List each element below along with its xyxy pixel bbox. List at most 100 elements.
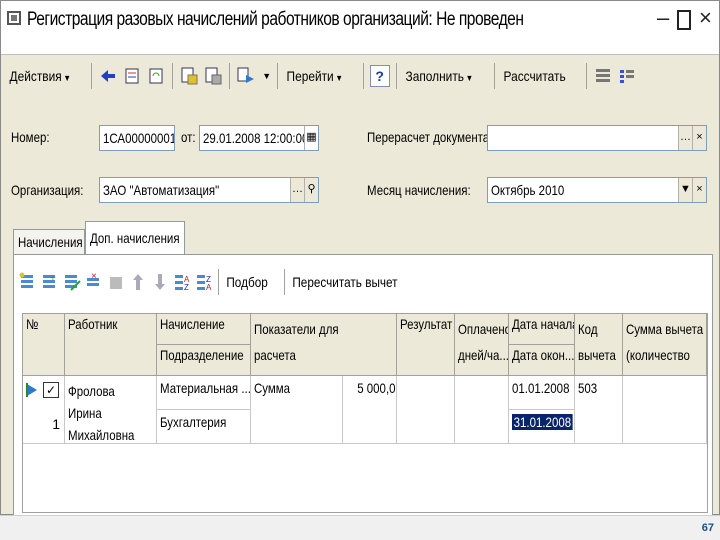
organization-field[interactable]: ЗАО "Автоматизация" … ⚲ (99, 177, 319, 203)
edit-row-icon[interactable] (62, 270, 82, 294)
date-field[interactable]: 29.01.2008 12:00:00 ▦ (199, 125, 319, 151)
employee-patronymic: Михайловна (68, 427, 135, 443)
svg-text:×: × (91, 272, 97, 282)
column-header-num[interactable]: № (23, 314, 65, 376)
indicator-name-cell[interactable]: Сумма (251, 376, 343, 444)
post-document-icon[interactable] (179, 65, 199, 87)
column-header-result-label: Результат (400, 316, 453, 332)
column-header-deduction[interactable]: Сумма вычета (количество (623, 314, 707, 376)
month-value: Октябрь 2010 (491, 182, 565, 198)
current-row-arrow-icon (25, 382, 39, 401)
column-header-indicators[interactable]: Показатели для расчета начисления (251, 314, 397, 376)
minimize-button[interactable]: – (657, 7, 669, 29)
chevron-down-icon[interactable]: ▼ (678, 178, 692, 202)
copy-row-icon[interactable]: + (40, 270, 60, 294)
move-up-icon[interactable] (128, 270, 148, 294)
code-value: 503 (578, 380, 598, 396)
chevron-down-icon: ▼ (465, 73, 473, 83)
tab-panel: + × AZ ZA Подбор Пересчитать вычет № Раб… (13, 254, 713, 516)
unpost-document-icon[interactable] (203, 65, 223, 87)
actions-menu[interactable]: Действия ▼ (7, 68, 74, 84)
move-down-icon[interactable] (150, 270, 170, 294)
column-header-paid-label-2: дней/ча... (458, 347, 509, 363)
indicator-value-cell[interactable]: 5 000,000 (343, 376, 397, 444)
document-icon (7, 11, 21, 25)
grid-toolbar: + × AZ ZA Подбор Пересчитать вычет (18, 265, 423, 299)
employee-cell[interactable]: Фролова Ирина Михайловна (65, 376, 157, 444)
refresh-icon[interactable] (146, 65, 166, 87)
column-header-code[interactable]: Код вычета (575, 314, 623, 376)
deduction-cell[interactable] (623, 376, 707, 444)
recalc-field[interactable]: … × (487, 125, 707, 151)
column-header-employee[interactable]: Работник (65, 314, 157, 376)
column-header-result[interactable]: Результат (397, 314, 455, 376)
division-cell[interactable]: Бухгалтерия (157, 410, 251, 444)
goto-menu[interactable]: Перейти ▼ (284, 68, 346, 84)
column-header-deduction-label: Сумма вычета (626, 321, 704, 337)
toolbar-separator (91, 63, 93, 89)
tab-accruals[interactable]: Начисления (13, 229, 85, 255)
list-icon[interactable] (593, 65, 613, 87)
month-field[interactable]: Октябрь 2010 ▼ × (487, 177, 707, 203)
clear-icon[interactable]: × (692, 178, 706, 202)
end-edit-icon[interactable] (106, 270, 126, 294)
close-button[interactable]: × (699, 7, 712, 29)
help-button[interactable]: ? (369, 65, 390, 87)
column-header-indicators-label: Показатели для расчета (254, 321, 339, 363)
row-checkbox[interactable]: ✓ (43, 382, 59, 398)
clear-icon[interactable]: × (692, 126, 706, 150)
paid-cell[interactable] (455, 376, 509, 444)
column-header-indicators-label-2: начисления (254, 368, 317, 375)
column-header-num-label: № (26, 316, 39, 332)
select-ellipsis-button[interactable]: … (290, 178, 304, 202)
column-header-deduction-label-2: (количество (626, 347, 690, 363)
document-flow-icon[interactable] (236, 65, 256, 87)
page-number: 67 (701, 522, 714, 534)
structure-icon[interactable] (122, 65, 142, 87)
toolbar-separator (362, 63, 364, 89)
maximize-button[interactable] (677, 10, 691, 30)
month-label: Месяц начисления: (367, 182, 471, 198)
calendar-icon[interactable]: ▦ (304, 126, 318, 150)
date-end-cell[interactable]: 31.01.2008 (509, 410, 575, 444)
toolbar-separator (229, 63, 231, 89)
tab-accruals-label: Начисления (18, 234, 83, 250)
column-header-date-start[interactable]: Дата начала (509, 314, 575, 345)
column-header-date-start-label: Дата начала (512, 316, 575, 332)
result-cell[interactable] (397, 376, 455, 444)
indicator-value: 5 000,000 (357, 380, 396, 396)
delete-row-icon[interactable]: × (84, 270, 104, 294)
toolbar-separator (395, 63, 397, 89)
add-row-icon[interactable] (18, 270, 38, 294)
code-cell[interactable]: 503 (575, 376, 623, 444)
fill-menu[interactable]: Заполнить ▼ (403, 68, 476, 84)
selection-button[interactable]: Подбор (223, 274, 271, 290)
search-icon[interactable]: ⚲ (304, 178, 318, 202)
chevron-down-icon[interactable]: ▼ (262, 71, 271, 81)
column-header-date-end[interactable]: Дата окон... (509, 345, 575, 376)
sort-ascending-icon[interactable]: AZ (172, 270, 192, 294)
toolbar-separator (494, 63, 496, 89)
column-header-accrual[interactable]: Начисление (157, 314, 251, 345)
accrual-cell[interactable]: Материальная ... (157, 376, 251, 410)
number-field[interactable]: 1СА00000001 (99, 125, 175, 151)
recalc-deduction-button[interactable]: Пересчитать вычет (289, 274, 401, 290)
row-number: 1 (52, 416, 60, 432)
column-header-paid[interactable]: Оплачено дней/ча... (455, 314, 509, 376)
back-arrow-icon[interactable] (98, 65, 118, 87)
window-title: Регистрация разовых начислений работнико… (27, 9, 524, 30)
accruals-table: № Работник Начисление Подразделение Пока… (22, 313, 708, 513)
row-marker-cell[interactable]: ✓ 1 (23, 376, 65, 444)
calculate-button[interactable]: Рассчитать (501, 68, 568, 84)
column-header-code-label: Код (578, 321, 598, 337)
select-ellipsis-button[interactable]: … (678, 126, 692, 150)
column-header-employee-label: Работник (68, 316, 118, 332)
date-start-cell[interactable]: 01.01.2008 (509, 376, 575, 410)
sort-descending-icon[interactable]: ZA (194, 270, 214, 294)
number-value: 1СА00000001 (103, 130, 175, 146)
date-start-value: 01.01.2008 (512, 380, 570, 396)
column-header-division[interactable]: Подразделение (157, 345, 251, 376)
tab-additional-accruals[interactable]: Доп. начисления (85, 221, 185, 255)
settings-list-icon[interactable] (617, 65, 637, 87)
column-header-paid-label: Оплачено (458, 321, 509, 337)
